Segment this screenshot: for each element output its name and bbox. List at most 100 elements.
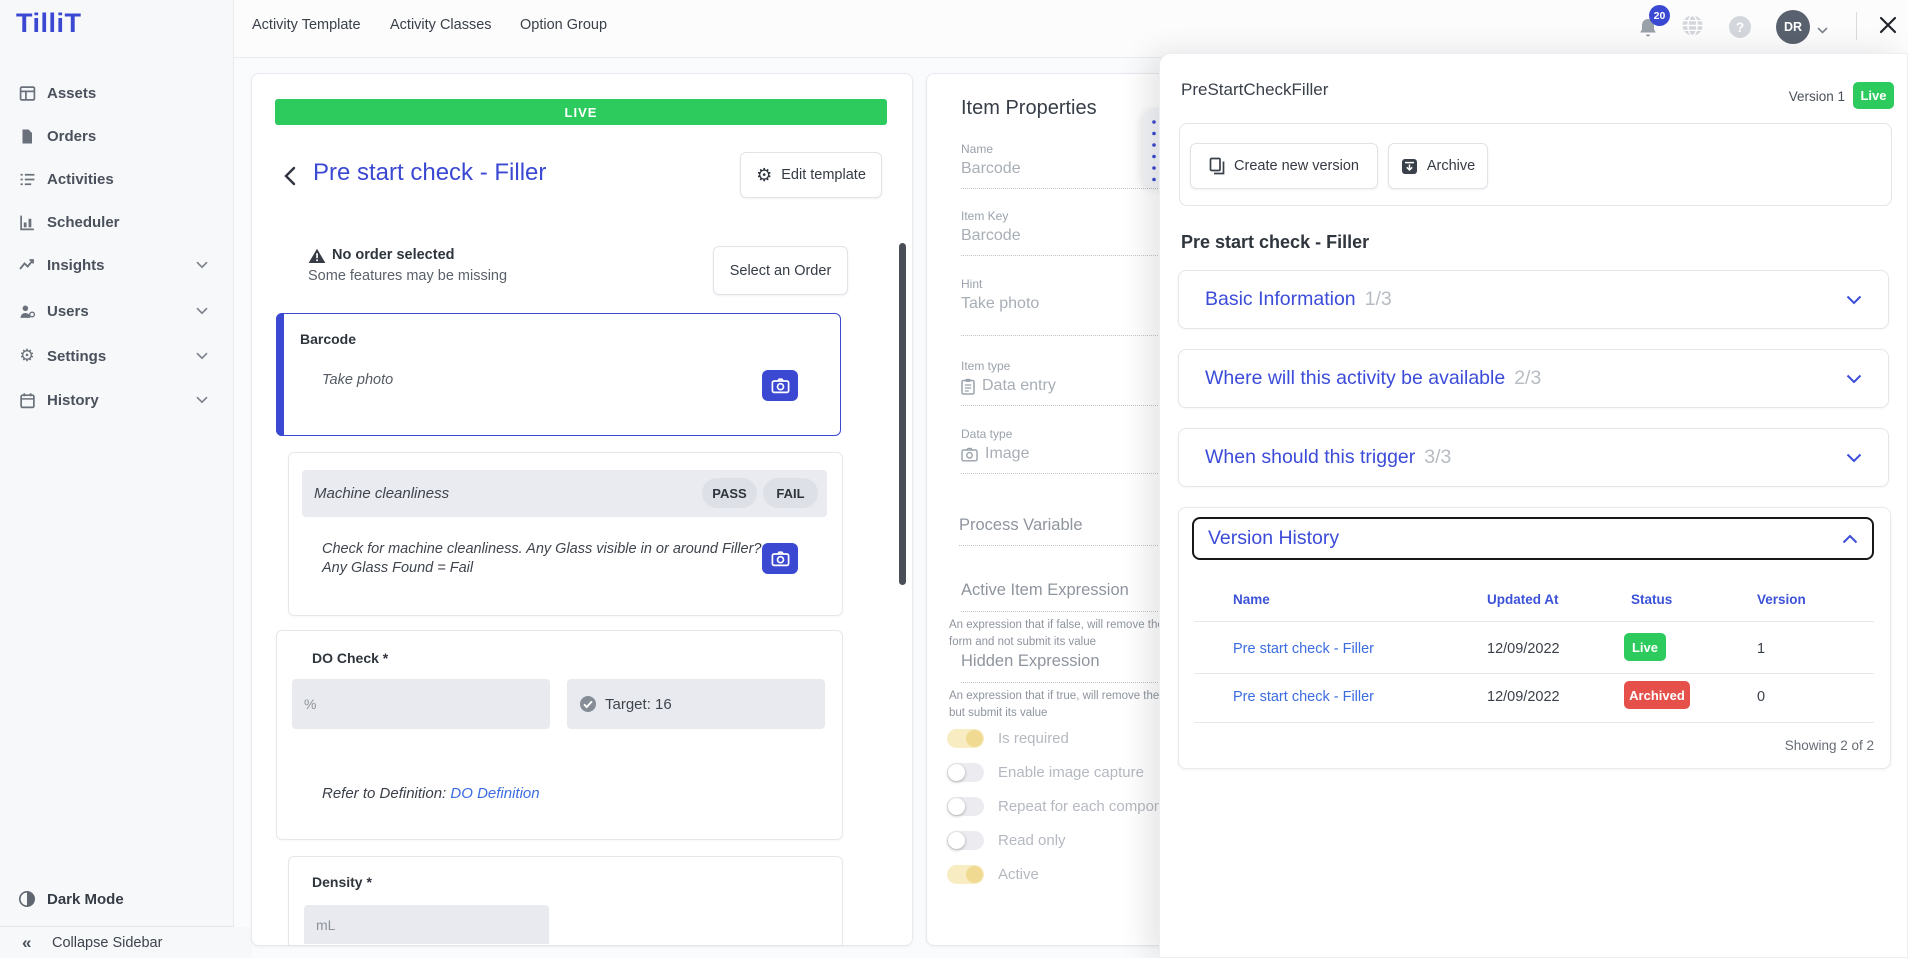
do-check-value-input[interactable] [292, 679, 550, 729]
density-label: Density * [312, 874, 372, 890]
density-value-input[interactable] [304, 905, 549, 944]
avatar-chevron-down-icon[interactable] [1817, 21, 1828, 39]
column-header-status: Status [1631, 592, 1672, 607]
chevron-down-icon [1846, 295, 1862, 305]
chevron-down-icon [1846, 453, 1862, 463]
do-definition-link[interactable]: DO Definition [450, 785, 539, 802]
app-root: Activity Template Activity Classes Optio… [0, 0, 1908, 958]
notification-badge: 20 [1649, 5, 1670, 26]
tab-activity-classes[interactable]: Activity Classes [390, 17, 492, 33]
close-drawer-icon[interactable] [1876, 13, 1900, 42]
do-check-label: DO Check * [312, 650, 388, 666]
camera-outline-icon [961, 447, 978, 462]
column-header-name: Name [1233, 592, 1270, 607]
history-row-name-link[interactable]: Pre start check - Filler [1233, 641, 1374, 657]
camera-button[interactable] [762, 370, 798, 401]
insights-icon [18, 256, 36, 274]
settings-gear-icon: ⚙ [18, 347, 36, 365]
archive-button[interactable]: Archive [1388, 143, 1488, 189]
sidebar-item-users[interactable]: Users [0, 289, 234, 333]
section-basic-information[interactable]: Basic Information 1/3 [1178, 270, 1889, 329]
chevron-down-icon [196, 391, 208, 409]
camera-button[interactable] [762, 543, 798, 574]
section-where-available[interactable]: Where will this activity be available 2/… [1178, 349, 1889, 408]
history-row-name-link[interactable]: Pre start check - Filler [1233, 689, 1374, 705]
active-switch[interactable] [947, 865, 984, 884]
drawer-version-label: Version 1 [1739, 89, 1845, 104]
topbar-divider [1856, 12, 1857, 40]
enable-image-capture-switch[interactable] [947, 763, 984, 782]
history-row-version: 1 [1757, 641, 1765, 657]
sidebar-item-settings[interactable]: ⚙ Settings [0, 334, 234, 378]
toggle-is-required: Is required [947, 729, 1069, 748]
pass-button[interactable]: PASS [702, 478, 757, 508]
history-row-updated: 12/09/2022 [1487, 689, 1560, 705]
create-new-version-button[interactable]: Create new version [1190, 143, 1378, 189]
globe-icon[interactable] [1681, 14, 1704, 42]
sidebar-item-scheduler[interactable]: Scheduler [0, 200, 234, 244]
template-title: Pre start check - Filler [313, 159, 546, 187]
scheduler-icon [18, 213, 36, 231]
read-only-switch[interactable] [947, 831, 984, 850]
is-required-switch[interactable] [947, 729, 984, 748]
status-badge-live: Live [1624, 633, 1666, 661]
avatar[interactable]: DR [1776, 10, 1810, 44]
machine-desc-line2: Any Glass Found = Fail [322, 560, 473, 576]
sidebar-item-orders[interactable]: Orders [0, 114, 234, 158]
do-check-target-box: Target: 16 [567, 679, 825, 729]
machine-desc-line1: Check for machine cleanliness. Any Glass… [322, 541, 762, 557]
dark-mode-toggle[interactable]: Dark Mode [0, 877, 234, 921]
check-circle-icon [579, 695, 597, 713]
archive-icon [1401, 158, 1418, 175]
chevron-down-icon [196, 256, 208, 274]
edit-template-button[interactable]: ⚙ Edit template [740, 152, 882, 198]
collapse-chevrons-icon: « [22, 933, 31, 953]
tab-activity-template[interactable]: Activity Template [252, 17, 361, 33]
vertical-scrollbar[interactable] [899, 243, 906, 585]
sidebar-item-insights[interactable]: Insights [0, 243, 234, 287]
back-icon[interactable] [283, 166, 296, 191]
toggle-enable-image-capture: Enable image capture [947, 763, 1144, 782]
drawer-heading: Pre start check - Filler [1181, 232, 1369, 253]
dark-mode-icon [18, 890, 36, 908]
toggle-read-only: Read only [947, 831, 1066, 850]
chevron-down-icon [196, 302, 208, 320]
sidebar-item-assets[interactable]: Assets [0, 71, 234, 115]
tab-option-group[interactable]: Option Group [520, 17, 607, 33]
fail-button[interactable]: FAIL [763, 478, 818, 508]
status-badge-archived: Archived [1624, 681, 1690, 709]
toggle-active: Active [947, 865, 1039, 884]
table-divider [1194, 673, 1874, 674]
barcode-hint: Take photo [322, 372, 393, 388]
chevron-up-icon [1842, 534, 1858, 544]
assets-icon [18, 84, 36, 102]
drawer-title: PreStartCheckFiller [1181, 80, 1328, 100]
table-divider [1194, 722, 1874, 723]
barcode-selected-bar [276, 313, 284, 436]
column-header-version: Version [1757, 592, 1806, 607]
drawer-status-badge: Live [1853, 82, 1894, 109]
brand-logo[interactable]: TilliT [16, 8, 82, 39]
column-header-updated-at: Updated At [1487, 592, 1559, 607]
clipboard-icon [961, 378, 975, 395]
select-order-button[interactable]: Select an Order [713, 246, 848, 295]
sidebar-item-activities[interactable]: Activities [0, 157, 234, 201]
repeat-for-each-component-switch[interactable] [947, 797, 984, 816]
machine-label: Machine cleanliness [314, 485, 449, 502]
help-icon[interactable]: ? [1729, 16, 1751, 38]
section-when-trigger[interactable]: When should this trigger 3/3 [1178, 428, 1889, 487]
collapse-sidebar-button[interactable]: « Collapse Sidebar [0, 927, 252, 958]
toggle-repeat-component: Repeat for each component [947, 797, 1183, 816]
refer-definition-line: Refer to Definition: DO Definition [322, 785, 540, 802]
item-properties-title: Item Properties [961, 97, 1097, 120]
history-row-version: 0 [1757, 689, 1765, 705]
sidebar-item-history[interactable]: History [0, 378, 234, 422]
warning-title: No order selected [332, 247, 455, 263]
orders-icon [18, 127, 36, 145]
copy-icon [1209, 157, 1225, 175]
live-banner: LIVE [275, 99, 887, 125]
users-icon [18, 302, 36, 320]
camera-icon [771, 378, 790, 394]
history-row-updated: 12/09/2022 [1487, 641, 1560, 657]
version-history-header[interactable]: Version History [1192, 517, 1874, 560]
